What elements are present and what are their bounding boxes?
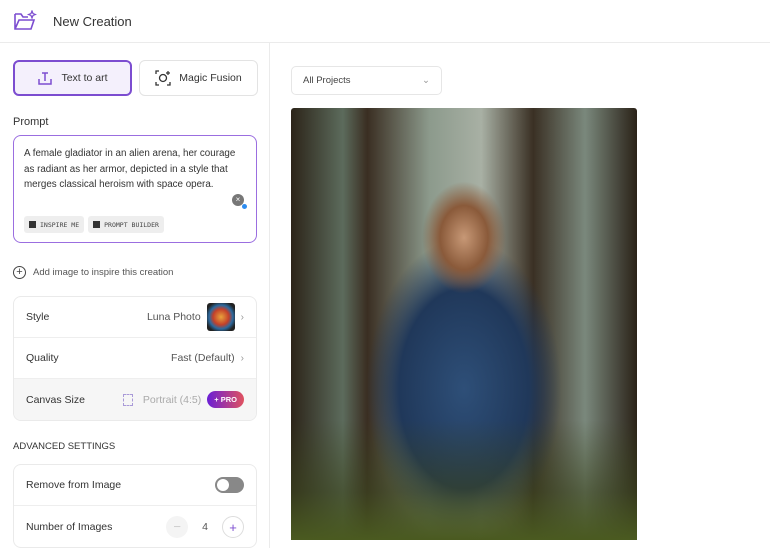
tab-label: Magic Fusion (179, 72, 242, 84)
face-scan-icon (155, 70, 171, 86)
add-image-button[interactable]: + Add image to inspire this creation (13, 266, 173, 279)
builder-icon (93, 221, 101, 228)
chip-label: PROMPT BUILDER (104, 220, 159, 229)
canvas-value: Portrait (4:5) (142, 393, 202, 406)
count-label: Number of Images (26, 520, 113, 533)
folder-sparkle-icon (14, 10, 37, 30)
prompt-input[interactable]: A female gladiator in an alien arena, he… (13, 135, 257, 243)
text-to-art-tab[interactable]: Text to art (13, 60, 132, 96)
clear-prompt-icon[interactable]: × (232, 194, 247, 209)
prompt-label: Prompt (13, 116, 49, 128)
plus-circle-icon: + (13, 266, 26, 279)
advanced-settings-heading: ADVANCED SETTINGS (13, 441, 116, 452)
style-label: Style (26, 311, 50, 323)
gallery: All Projects ⌄ (271, 43, 770, 548)
settings-card: Style Luna Photo › Quality Fast (Default) › … (13, 296, 257, 421)
chevron-right-icon: › (240, 311, 244, 323)
page-title: New Creation (53, 13, 132, 29)
quality-label: Quality (26, 352, 59, 364)
style-row[interactable]: Style Luna Photo › (14, 297, 256, 338)
remove-toggle[interactable] (215, 477, 244, 493)
portrait-frame-icon (122, 393, 133, 406)
inspire-me-button[interactable]: INSPIRE ME (24, 216, 85, 233)
projects-dropdown[interactable]: All Projects ⌄ (291, 66, 442, 95)
magic-fusion-tab[interactable]: Magic Fusion (139, 60, 258, 96)
style-value: Luna Photo (146, 311, 201, 323)
decrement-button[interactable]: − (166, 515, 189, 538)
chevron-down-icon: ⌄ (422, 75, 430, 86)
canvas-size-row[interactable]: Canvas Size Portrait (4:5) + PRO (14, 379, 256, 420)
remove-row: Remove from Image (14, 465, 256, 506)
advanced-card: Remove from Image Number of Images −4 + (13, 464, 257, 548)
quality-row[interactable]: Quality Fast (Default) › (14, 338, 256, 379)
generated-image[interactable] (291, 108, 637, 540)
projects-value: All Projects (303, 75, 351, 86)
style-thumbnail (206, 303, 235, 331)
remove-label: Remove from Image (26, 479, 122, 491)
prompt-builder-button[interactable]: PROMPT BUILDER (88, 216, 164, 233)
prompt-text[interactable]: A female gladiator in an alien arena, he… (24, 146, 246, 193)
header: New Creation (0, 0, 770, 43)
increment-button[interactable]: + (222, 515, 244, 538)
pro-badge[interactable]: + PRO (207, 391, 244, 408)
dice-icon (29, 221, 36, 228)
chip-label: INSPIRE ME (40, 220, 80, 229)
settings-panel: Text to art Magic Fusion Prompt A female… (0, 43, 270, 548)
count-value: 4 (202, 520, 208, 533)
quality-value: Fast (Default) (171, 352, 235, 364)
add-image-label: Add image to inspire this creation (33, 267, 174, 278)
number-images-row: Number of Images −4 + (14, 506, 256, 547)
tab-label: Text to art (61, 72, 108, 84)
canvas-label: Canvas Size (26, 393, 85, 406)
text-upload-icon (38, 72, 53, 85)
chevron-right-icon: › (240, 352, 244, 364)
